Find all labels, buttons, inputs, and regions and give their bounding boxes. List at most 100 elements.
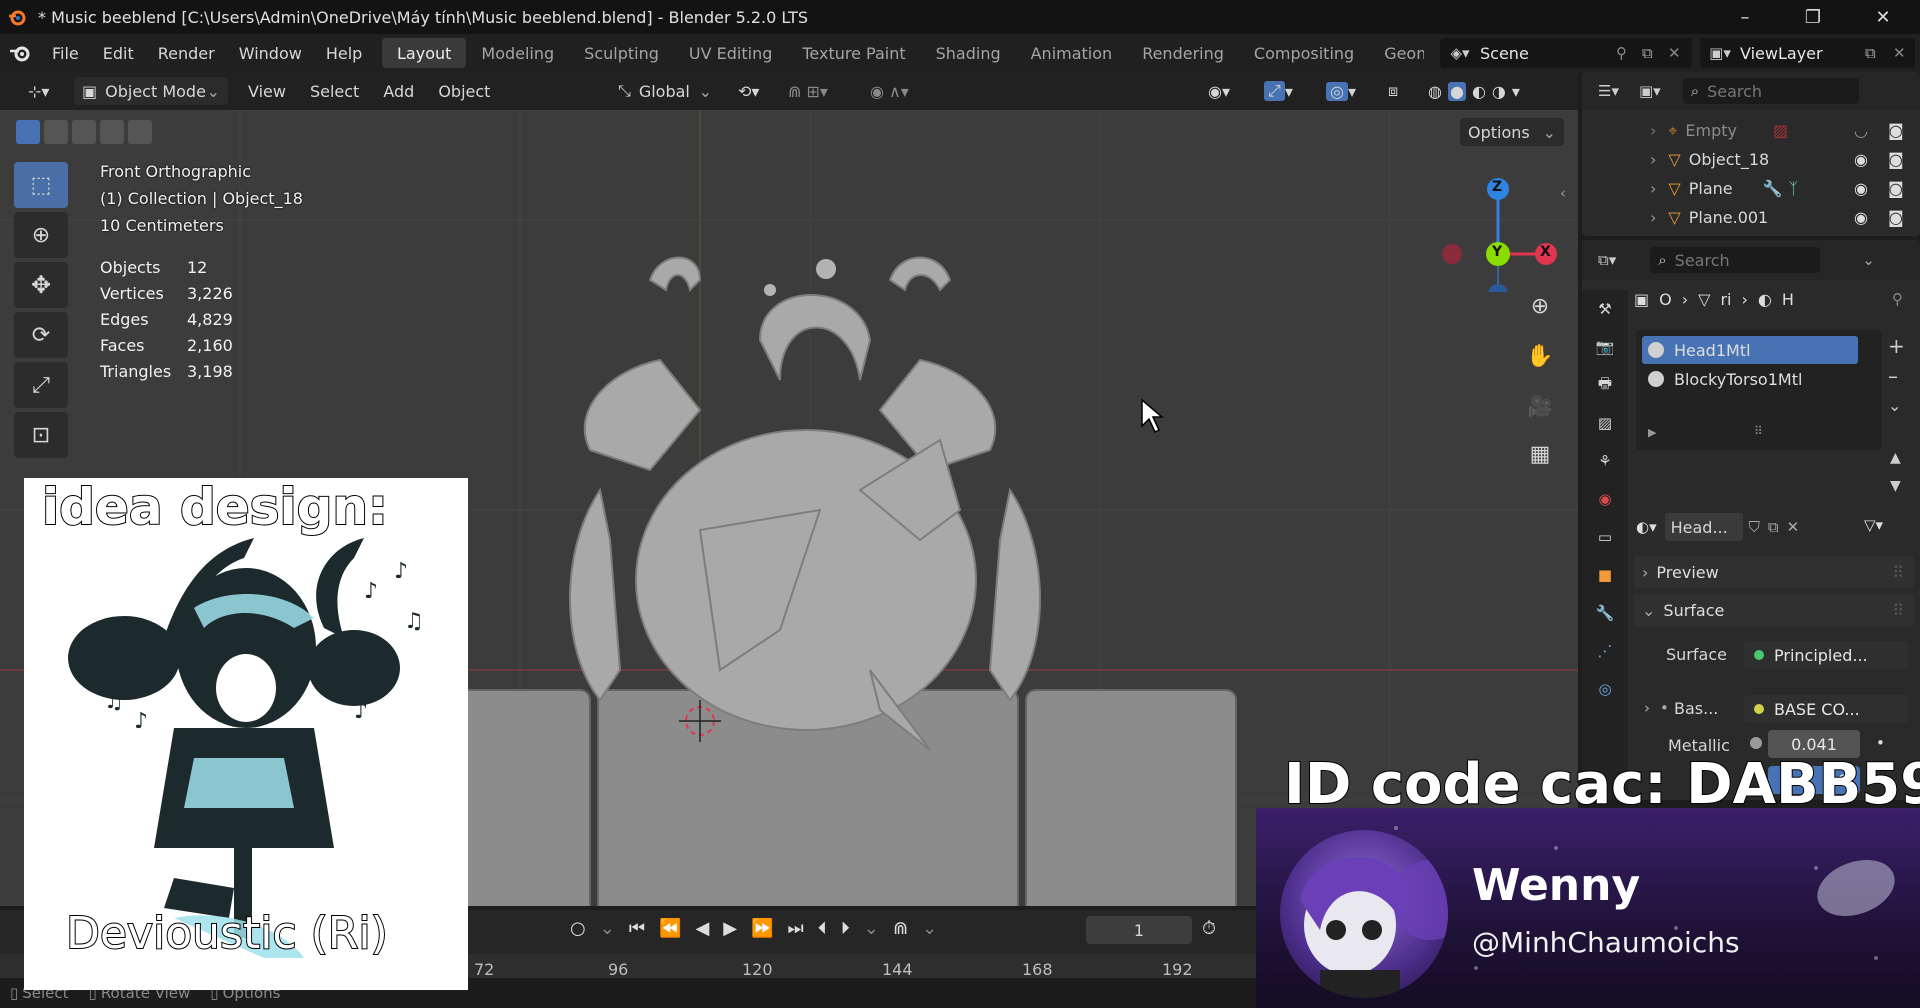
tab-uv-editing[interactable]: UV Editing <box>674 38 787 68</box>
camera-view-button[interactable]: 🎥 <box>1520 386 1560 426</box>
drag-handle-icon[interactable]: ⠿ <box>1892 563 1904 582</box>
zoom-button[interactable]: ⊕ <box>1520 286 1560 326</box>
link-icon[interactable]: ▽▾ <box>1864 516 1883 534</box>
auto-keying-icon[interactable]: ⋒ <box>893 918 908 939</box>
menu-object[interactable]: Object <box>430 77 498 105</box>
menu-edit[interactable]: Edit <box>91 44 146 63</box>
expand-arrow-icon[interactable]: › <box>1650 179 1656 198</box>
material-slot-blockytorso1mtl[interactable]: BlockyTorso1Mtl <box>1642 365 1858 393</box>
jump-keyframe-forward-icon[interactable]: ⏩ <box>751 918 773 939</box>
jump-end-icon[interactable]: ⏭ <box>788 918 804 939</box>
menu-file[interactable]: File <box>40 44 91 63</box>
eye-icon[interactable]: ◉ <box>1854 179 1868 198</box>
tool-transform[interactable]: ⊡ <box>14 412 68 458</box>
tab-tool[interactable]: ⚒ <box>1582 290 1628 328</box>
tab-output[interactable]: 🖶 <box>1582 366 1628 404</box>
surface-shader-field[interactable]: Principled... <box>1744 641 1908 669</box>
tab-modeling[interactable]: Modeling <box>466 38 569 68</box>
snap-button[interactable]: ⋒ ⊞▾ <box>780 77 850 105</box>
tab-scene[interactable]: ⚘ <box>1582 442 1628 480</box>
remove-slot-icon[interactable]: – <box>1888 364 1898 388</box>
outliner-item-plane-001[interactable]: › ▽ Plane.001 ◉ ◙ <box>1582 203 1920 232</box>
material-shading-icon[interactable]: ◐ <box>1472 82 1486 101</box>
options-dropdown[interactable]: Options ⌄ <box>1460 118 1564 146</box>
properties-editor-icon[interactable]: ⧉▾ <box>1598 251 1616 269</box>
tool-scale[interactable]: ⤢ <box>14 362 68 408</box>
keyframe-record-icon[interactable]: ○ <box>570 918 586 939</box>
expand-arrow-icon[interactable]: › <box>1650 150 1656 169</box>
menu-render[interactable]: Render <box>146 44 227 63</box>
visibility-button[interactable]: ◉▾ <box>1200 77 1246 105</box>
section-surface[interactable]: ⌄ Surface ⠿ <box>1634 594 1914 626</box>
view-layer-selector[interactable]: ▣▾ ViewLayer ⧉ ✕ <box>1700 38 1915 68</box>
transform-orientation-selector[interactable]: ⤡ Global ⌄ <box>610 77 720 105</box>
tab-view-layer[interactable]: ▨ <box>1582 404 1628 442</box>
menu-view[interactable]: View <box>240 77 294 105</box>
tab-layout[interactable]: Layout <box>382 38 467 68</box>
select-intersect-icon[interactable] <box>128 120 152 144</box>
camera-render-icon[interactable]: ◙ <box>1888 208 1904 227</box>
close-button[interactable]: ✕ <box>1854 0 1912 34</box>
remove-scene-icon[interactable]: ✕ <box>1668 44 1692 62</box>
display-mode-icon[interactable]: ▣▾ <box>1639 82 1661 100</box>
jump-keyframe-back-icon[interactable]: ⏪ <box>659 918 681 939</box>
hidden-eye-icon[interactable]: ◡ <box>1854 121 1868 140</box>
new-scene-icon[interactable]: ⧉ <box>1642 44 1668 62</box>
proportional-edit-button[interactable]: ◉ ∧▾ <box>862 77 932 105</box>
tab-geometry-nodes[interactable]: Geomet <box>1369 38 1424 68</box>
camera-render-icon[interactable]: ◙ <box>1888 150 1904 169</box>
keyframe-dot-icon[interactable]: • <box>1876 734 1885 752</box>
outliner-item-object-18[interactable]: › ▽ Object_18 ◉ ◙ <box>1582 145 1920 174</box>
xray-toggle[interactable]: ⧈ <box>1380 77 1414 105</box>
shading-modes[interactable]: ◍ ● ◐ ◑ ▾ <box>1420 77 1552 105</box>
step-back-icon[interactable]: ⏴ <box>818 918 827 939</box>
sidebar-toggle-icon[interactable]: ‹ <box>1560 184 1566 202</box>
current-frame-field[interactable]: 1 <box>1086 916 1192 944</box>
tab-render[interactable]: 📷 <box>1582 328 1628 366</box>
eye-icon[interactable]: ◉ <box>1854 208 1868 227</box>
solid-shading-icon[interactable]: ● <box>1447 81 1466 101</box>
menu-select[interactable]: Select <box>302 77 367 105</box>
play-reverse-icon[interactable]: ◀ <box>695 918 709 939</box>
remove-view-layer-icon[interactable]: ✕ <box>1893 44 1915 62</box>
editor-type-button[interactable]: ⊹▾ <box>20 77 64 105</box>
tool-select-box[interactable]: ⬚ <box>14 162 68 208</box>
tab-modifiers[interactable]: 🔧 <box>1582 594 1628 632</box>
menu-help[interactable]: Help <box>314 44 374 63</box>
material-browse-icon[interactable]: ◐▾ <box>1636 518 1657 536</box>
timer-icon[interactable]: ⏱ <box>1202 918 1216 939</box>
maximize-button[interactable]: ❐ <box>1784 0 1842 34</box>
tab-compositing[interactable]: Compositing <box>1239 38 1369 68</box>
tab-world[interactable]: ◉ <box>1582 480 1628 518</box>
menu-window[interactable]: Window <box>227 44 314 63</box>
scene-selector[interactable]: ◈▾ Scene ⚲ ⧉ ✕ <box>1440 38 1692 68</box>
tab-physics[interactable]: ◎ <box>1582 670 1628 708</box>
overlay-toggle[interactable]: ◎ ▾ <box>1318 77 1368 105</box>
mode-selector[interactable]: ▣ Object Mode ⌄ <box>74 77 228 105</box>
pivot-point-button[interactable]: ⟲▾ <box>730 77 778 105</box>
pin-icon[interactable]: ⚲ <box>1616 44 1642 62</box>
outliner-search[interactable]: ⌕ Search <box>1682 78 1859 104</box>
new-view-layer-icon[interactable]: ⧉ <box>1865 44 1893 62</box>
navigation-gizmo[interactable]: Z Y X <box>1440 162 1570 304</box>
section-preview[interactable]: › Preview ⠿ <box>1634 556 1914 588</box>
expand-arrow-icon[interactable]: › <box>1650 121 1656 140</box>
fake-user-icon[interactable]: ⛉ <box>1749 518 1760 536</box>
tab-texture-paint[interactable]: Texture Paint <box>787 38 920 68</box>
material-slot-head1mtl[interactable]: Head1Mtl <box>1642 336 1858 364</box>
pin-icon[interactable]: ⚲ <box>1892 290 1903 308</box>
camera-render-icon[interactable]: ◙ <box>1888 179 1904 198</box>
tool-cursor[interactable]: ⊕ <box>14 212 68 258</box>
select-extend-icon[interactable] <box>44 120 68 144</box>
duplicate-icon[interactable]: ⧉ <box>1768 518 1779 536</box>
expand-list-icon[interactable]: ▶ <box>1648 426 1656 439</box>
resize-handle-icon[interactable]: ⠿ <box>1754 424 1763 438</box>
tab-sculpting[interactable]: Sculpting <box>569 38 674 68</box>
tab-object[interactable]: ■ <box>1582 556 1628 594</box>
base-color-field[interactable]: BASE CO... <box>1744 695 1908 723</box>
tab-shading[interactable]: Shading <box>921 38 1016 68</box>
move-up-icon[interactable]: ▲ <box>1890 450 1901 466</box>
menu-add[interactable]: Add <box>375 77 422 105</box>
camera-render-icon[interactable]: ◙ <box>1888 121 1904 140</box>
select-new-icon[interactable] <box>16 120 40 144</box>
